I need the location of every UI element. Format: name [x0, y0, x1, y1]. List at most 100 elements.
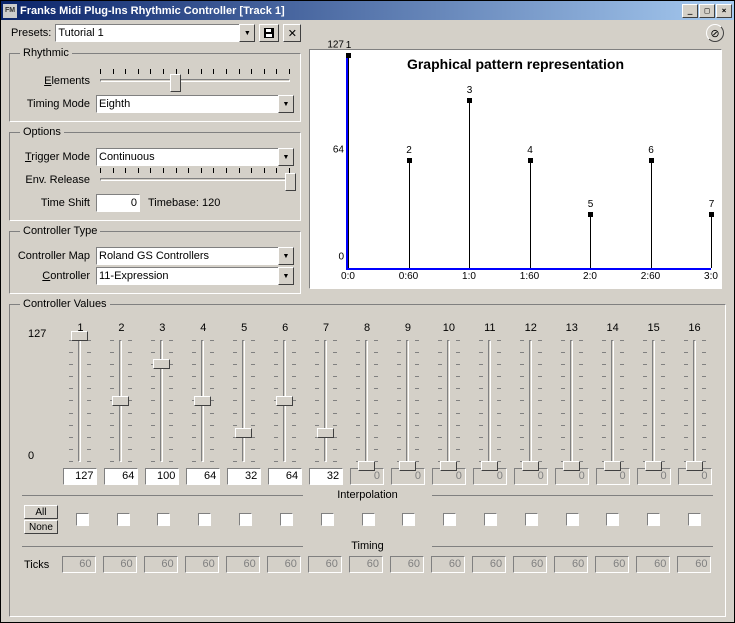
chevron-down-icon[interactable]: ▼ — [278, 267, 294, 285]
chart-stem: 5 — [590, 215, 591, 268]
value-slider[interactable] — [110, 336, 132, 466]
chart-stem: 4 — [530, 161, 531, 268]
value-slider[interactable] — [315, 336, 337, 466]
left-column: Rhythmic Elements Timing Mode — [5, 45, 305, 296]
presets-combobox[interactable]: ▼ — [55, 24, 255, 42]
env-release-slider[interactable] — [96, 168, 294, 192]
interpolation-checkbox[interactable] — [239, 513, 252, 526]
value-slider[interactable] — [233, 336, 255, 466]
options-group: Options Trigger Mode ▼ Env. Release — [9, 126, 301, 221]
interpolation-checkbox[interactable] — [566, 513, 579, 526]
timing-tick-box: 60 — [267, 556, 301, 573]
app-window: FM Franks Midi Plug-Ins Rhythmic Control… — [0, 0, 735, 623]
disable-plugin-button[interactable]: ⊘ — [706, 24, 724, 42]
interpolation-checkbox[interactable] — [402, 513, 415, 526]
interpolation-checkbox[interactable] — [321, 513, 334, 526]
controller-map-combobox[interactable]: ▼ — [96, 247, 294, 265]
chevron-down-icon[interactable]: ▼ — [278, 95, 294, 113]
timing-tick-box: 60 — [636, 556, 670, 573]
slider-channel-label: 14 — [607, 322, 619, 334]
chart-ytick: 64 — [318, 145, 344, 156]
interpolation-checkbox[interactable] — [525, 513, 538, 526]
chart-stem: 1 — [348, 56, 349, 268]
interpolation-checkbox[interactable] — [443, 513, 456, 526]
interpolation-checkbox[interactable] — [606, 513, 619, 526]
elements-slider[interactable] — [96, 69, 294, 93]
slider-value-box[interactable]: 64 — [268, 468, 302, 485]
slider-column: 120 — [510, 322, 551, 485]
delete-preset-button[interactable]: ✕ — [283, 24, 301, 42]
interpolation-checkbox[interactable] — [647, 513, 660, 526]
timing-mode-combobox[interactable]: ▼ — [96, 95, 294, 113]
interpolation-checkbox[interactable] — [198, 513, 211, 526]
value-slider[interactable] — [438, 336, 460, 466]
interpolation-checks — [62, 513, 715, 526]
time-shift-label: Time Shift — [16, 197, 96, 209]
disk-icon — [263, 27, 275, 39]
interpolation-checkbox[interactable] — [688, 513, 701, 526]
timing-tick-box: 60 — [103, 556, 137, 573]
value-slider[interactable] — [643, 336, 665, 466]
chart-xtick: 2:60 — [641, 271, 660, 282]
slider-column: 90 — [388, 322, 429, 485]
interpolation-checkbox[interactable] — [157, 513, 170, 526]
trigger-mode-combobox[interactable]: ▼ — [96, 148, 294, 166]
slider-value-box[interactable]: 64 — [186, 468, 220, 485]
maximize-button[interactable]: □ — [699, 4, 715, 18]
slider-channel-label: 13 — [566, 322, 578, 334]
timing-tick-box: 60 — [595, 556, 629, 573]
value-slider[interactable] — [397, 336, 419, 466]
interpolation-checkbox[interactable] — [117, 513, 130, 526]
interpolation-checkbox[interactable] — [280, 513, 293, 526]
slider-column: 1127 — [60, 322, 101, 485]
value-slider[interactable] — [479, 336, 501, 466]
minimize-button[interactable]: _ — [682, 4, 698, 18]
chevron-down-icon[interactable]: ▼ — [239, 24, 255, 42]
interpolation-all-button[interactable]: All — [24, 505, 58, 519]
trigger-mode-label: Trigger Mode — [16, 151, 96, 163]
slider-value-box[interactable]: 32 — [227, 468, 261, 485]
presets-value[interactable] — [55, 24, 239, 42]
chevron-down-icon[interactable]: ▼ — [278, 247, 294, 265]
interpolation-none-button[interactable]: None — [24, 520, 58, 534]
chart-stem: 7 — [711, 215, 712, 268]
slider-value-box[interactable]: 127 — [63, 468, 97, 485]
interpolation-checkbox[interactable] — [484, 513, 497, 526]
value-slider[interactable] — [602, 336, 624, 466]
pattern-chart: Graphical pattern representation 0641270… — [309, 49, 722, 289]
timing-tick-box: 60 — [513, 556, 547, 573]
titlebar[interactable]: FM Franks Midi Plug-Ins Rhythmic Control… — [1, 1, 734, 20]
close-button[interactable]: × — [716, 4, 732, 18]
chart-area: 0641270:010:6021:031:6042:052:6063:07 — [346, 56, 711, 270]
slider-channel-label: 5 — [241, 322, 247, 334]
timing-legend: Timing — [16, 540, 719, 552]
slider-value-box[interactable]: 64 — [104, 468, 138, 485]
chevron-down-icon[interactable]: ▼ — [278, 148, 294, 166]
slider-channel-label: 10 — [443, 322, 455, 334]
slider-column: 3100 — [142, 322, 183, 485]
value-slider[interactable] — [356, 336, 378, 466]
value-slider[interactable] — [520, 336, 542, 466]
chart-ytick: 127 — [318, 40, 344, 51]
slider-column: 130 — [551, 322, 592, 485]
value-slider[interactable] — [151, 336, 173, 466]
slider-column: 150 — [633, 322, 674, 485]
interpolation-checkbox[interactable] — [76, 513, 89, 526]
save-preset-button[interactable] — [259, 24, 279, 42]
value-slider[interactable] — [69, 336, 91, 466]
slider-value-box[interactable]: 32 — [309, 468, 343, 485]
controller-combobox[interactable]: ▼ — [96, 267, 294, 285]
timing-tick-box: 60 — [472, 556, 506, 573]
slider-value-box[interactable]: 100 — [145, 468, 179, 485]
value-slider[interactable] — [192, 336, 214, 466]
time-shift-input[interactable] — [96, 194, 140, 212]
timing-tick-box: 60 — [554, 556, 588, 573]
value-slider[interactable] — [561, 336, 583, 466]
value-slider[interactable] — [274, 336, 296, 466]
timing-tick-box: 60 — [308, 556, 342, 573]
interpolation-checkbox[interactable] — [362, 513, 375, 526]
value-slider[interactable] — [684, 336, 706, 466]
slider-channel-label: 2 — [118, 322, 124, 334]
top-section: Rhythmic Elements Timing Mode — [5, 45, 730, 296]
timing-mode-label: Timing Mode — [16, 98, 96, 110]
